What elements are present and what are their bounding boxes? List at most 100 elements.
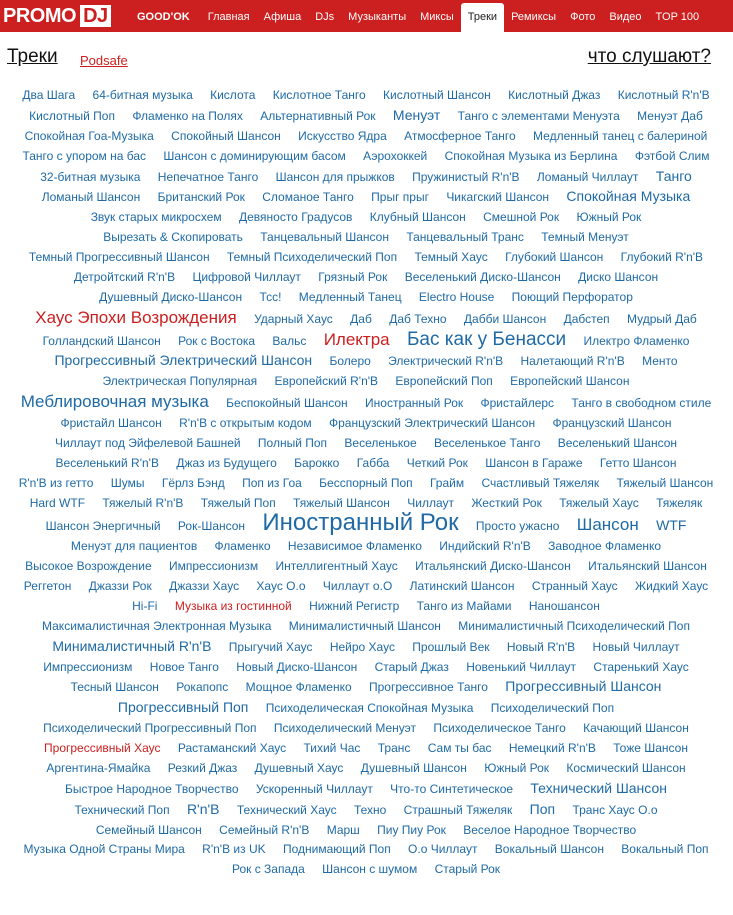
genre-tag[interactable]: Дабби Шансон	[464, 312, 546, 326]
nav-item[interactable]: TOP 100	[649, 2, 707, 32]
genre-tag[interactable]: Иностранный Рок	[365, 396, 463, 410]
genre-tag[interactable]: Рок-Шансон	[178, 519, 245, 533]
genre-tag[interactable]: Минималистичный Шансон	[289, 619, 441, 633]
genre-tag[interactable]: Импрессионизм	[169, 559, 258, 573]
genre-tag[interactable]: Итальянский Диско-Шансон	[415, 559, 571, 573]
genre-tag[interactable]: Транс	[378, 741, 411, 755]
genre-tag[interactable]: Тяжеляк	[656, 496, 702, 510]
genre-tag[interactable]: Новенький Чиллаут	[466, 660, 576, 674]
genre-tag[interactable]: Веселенькое	[344, 436, 416, 450]
genre-tag[interactable]: Гетто Шансон	[600, 456, 677, 470]
genre-tag[interactable]: Пружинистый R'n'B	[412, 170, 519, 184]
genre-tag[interactable]: Фристайл Шансон	[60, 416, 161, 430]
genre-tag[interactable]: Быстрое Народное Творчество	[65, 782, 239, 796]
genre-tag[interactable]: Тоже Шансон	[613, 741, 688, 755]
genre-tag[interactable]: Европейский Шансон	[510, 374, 629, 388]
genre-tag[interactable]: Кислотный Шансон	[383, 88, 491, 102]
genre-tag[interactable]: Европейский Поп	[395, 374, 492, 388]
genre-tag[interactable]: Чиллаут под Эйфелевой Башней	[55, 436, 241, 450]
genre-tag[interactable]: R'n'B с открытым кодом	[179, 416, 311, 430]
genre-tag[interactable]: Прогрессивное Танго	[369, 680, 488, 694]
genre-tag[interactable]: Фэтбой Слим	[635, 149, 710, 163]
genre-tag[interactable]: Мудрый Даб	[627, 312, 697, 326]
genre-tag[interactable]: О.о Чиллаут	[408, 842, 477, 856]
genre-tag[interactable]: Психоделический Менуэт	[274, 721, 416, 735]
genre-tag[interactable]: Четкий Рок	[407, 456, 468, 470]
genre-tag[interactable]: Сам ты бас	[428, 741, 492, 755]
genre-tag[interactable]: Шансон с шумом	[322, 862, 417, 876]
genre-tag[interactable]: Душевный Шансон	[361, 761, 467, 775]
genre-tag[interactable]: Прошлый Век	[412, 640, 489, 654]
genre-tag[interactable]: Темный Хаус	[414, 250, 487, 264]
nav-item[interactable]: GOOD'OK	[130, 2, 197, 32]
genre-tag[interactable]: Странный Хаус	[532, 579, 618, 593]
genre-tag[interactable]: Даб	[350, 312, 372, 326]
genre-tag[interactable]: Фламенко	[215, 539, 271, 553]
genre-tag[interactable]: Душевный Хаус	[255, 761, 344, 775]
genre-tag[interactable]: Глубокий Шансон	[505, 250, 603, 264]
genre-tag[interactable]: Тяжелый Шансон	[293, 496, 390, 510]
genre-tag[interactable]: Прогрессивный Шансон	[505, 678, 661, 694]
genre-tag[interactable]: Темный Психоделический Поп	[227, 250, 397, 264]
genre-tag[interactable]: Барокко	[294, 456, 339, 470]
genre-tag[interactable]: Поп	[530, 801, 555, 817]
genre-tag[interactable]: Прогрессивный Поп	[118, 699, 249, 715]
genre-tag[interactable]: Непечатное Танго	[158, 170, 258, 184]
nav-item[interactable]: Фото	[563, 2, 602, 32]
genre-tag[interactable]: Шансон в Гараже	[485, 456, 582, 470]
genre-tag[interactable]: Прыгучий Хаус	[229, 640, 313, 654]
genre-tag[interactable]: Музыка из гостинной	[175, 599, 292, 613]
genre-tag[interactable]: Кислотный Поп	[29, 109, 115, 123]
genre-tag[interactable]: Семейный R'n'B	[219, 823, 309, 837]
genre-tag[interactable]: Ускоренный Чиллаут	[256, 782, 373, 796]
genre-tag[interactable]: Голландский Шансон	[43, 334, 161, 348]
genre-tag[interactable]: Прыг прыг	[371, 190, 429, 204]
nav-item[interactable]: Видео	[602, 2, 648, 32]
genre-tag[interactable]: R'n'B из UK	[202, 842, 265, 856]
genre-tag[interactable]: Альтернативный Рок	[260, 109, 375, 123]
genre-tag[interactable]: Джаззи Рок	[89, 579, 152, 593]
genre-tag[interactable]: Сломаное Танго	[262, 190, 354, 204]
genre-tag[interactable]: Тяжелый R'n'B	[102, 496, 183, 510]
genre-tag[interactable]: Беспокойный Шансон	[226, 396, 348, 410]
genre-tag[interactable]: WTF	[656, 517, 686, 533]
genre-tag[interactable]: Танцевальный Транс	[406, 230, 524, 244]
genre-tag[interactable]: Новый Диско-Шансон	[236, 660, 357, 674]
genre-tag[interactable]: Тяжелый Хаус	[559, 496, 639, 510]
genre-tag[interactable]: Страшный Тяжеляк	[404, 803, 513, 817]
genre-tag[interactable]: Гёрлз Бэнд	[162, 476, 225, 490]
genre-tag[interactable]: Темный Менуэт	[541, 230, 629, 244]
what-listening-link[interactable]: что слушают?	[588, 46, 711, 68]
genre-tag[interactable]: Чикагский Шансон	[446, 190, 549, 204]
genre-tag[interactable]: Электрическая Популярная	[103, 374, 258, 388]
genre-tag[interactable]: Шансон Энергичный	[46, 519, 161, 533]
genre-tag[interactable]: Качающий Шансон	[583, 721, 689, 735]
genre-tag[interactable]: Девяносто Градусов	[239, 210, 352, 224]
genre-tag[interactable]: Тесный Шансон	[71, 680, 159, 694]
genre-tag[interactable]: Шумы	[111, 476, 145, 490]
genre-tag[interactable]: Менто	[642, 354, 677, 368]
genre-tag[interactable]: Фламенко на Полях	[132, 109, 243, 123]
genre-tag[interactable]: Импрессионизм	[43, 660, 132, 674]
genre-tag[interactable]: Душевный Диско-Шансон	[99, 290, 242, 304]
genre-tag[interactable]: Старенький Хаус	[593, 660, 688, 674]
genre-tag[interactable]: Ударный Хаус	[254, 312, 333, 326]
genre-tag[interactable]: Поющий Перфоратор	[512, 290, 633, 304]
genre-tag[interactable]: Высокое Возрождение	[25, 559, 151, 573]
genre-tag[interactable]: Психоделический Поп	[491, 701, 614, 715]
genre-tag[interactable]: Психоделический Прогрессивный Поп	[43, 721, 256, 735]
genre-tag[interactable]: Поп из Гоа	[242, 476, 302, 490]
genre-tag[interactable]: Атмосферное Танго	[404, 129, 516, 143]
genre-tag[interactable]: Южный Рок	[576, 210, 641, 224]
genre-tag[interactable]: Новый R'n'B	[507, 640, 575, 654]
genre-tag[interactable]: Темный Прогрессивный Шансон	[29, 250, 210, 264]
genre-tag[interactable]: Технический Шансон	[530, 780, 667, 796]
page-title[interactable]: Треки	[7, 46, 58, 68]
genre-tag[interactable]: Поднимающий Поп	[283, 842, 391, 856]
genre-tag[interactable]: Прогрессивный Электрический Шансон	[54, 352, 312, 368]
genre-tag[interactable]: Ломаный Шансон	[42, 190, 141, 204]
genre-tag[interactable]: Пиу Пиу Рок	[377, 823, 446, 837]
genre-tag[interactable]: Полный Поп	[258, 436, 327, 450]
genre-tag[interactable]: Чиллаут о.О	[323, 579, 392, 593]
genre-tag[interactable]: Электрический R'n'B	[388, 354, 503, 368]
